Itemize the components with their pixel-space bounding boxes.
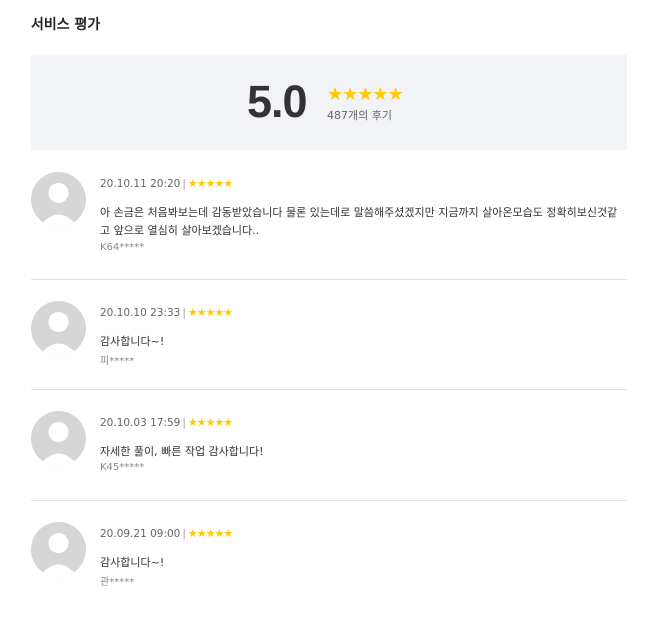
- separator: |: [182, 417, 186, 429]
- avatar-icon: [31, 301, 86, 356]
- avatar-icon: [31, 172, 86, 227]
- avatar-icon: [31, 411, 86, 466]
- separator: |: [182, 178, 186, 190]
- divider: [31, 389, 627, 390]
- review-date: 20.10.10 23:33: [100, 307, 181, 319]
- review-author: K45*****: [100, 462, 145, 473]
- review-content: 감사합니다~!: [100, 556, 165, 569]
- avatar-icon: [31, 522, 86, 577]
- review-date: 20.09.21 09:00: [100, 528, 181, 540]
- review-star-rating: ★★★★★: [187, 527, 233, 540]
- page-title: 서비스 평가: [31, 17, 101, 33]
- separator: |: [182, 528, 186, 540]
- review-content: 감사합니다~!: [100, 335, 165, 348]
- review-author: 관*****: [100, 577, 135, 588]
- review-content: 자세한 풀이, 빠른 작업 감사합니다!: [100, 445, 264, 458]
- review-meta: 20.10.11 20:20 | ★★★★★: [100, 177, 233, 190]
- average-score: 5.0: [247, 76, 308, 127]
- review-meta: 20.09.21 09:00 | ★★★★★: [100, 527, 233, 540]
- review-author: 피*****: [100, 356, 135, 367]
- review-star-rating: ★★★★★: [187, 177, 233, 190]
- review-date: 20.10.03 17:59: [100, 417, 181, 429]
- average-star-rating: ★★★★★: [327, 84, 404, 105]
- review-star-rating: ★★★★★: [187, 306, 233, 319]
- review-content: 아 손금은 처음봐보는데 감동받았습니다 물론 있는데로 말씀해주셨겠지만 지금…: [100, 206, 618, 237]
- review-date: 20.10.11 20:20: [100, 178, 181, 190]
- review-star-rating: ★★★★★: [187, 416, 233, 429]
- divider: [31, 500, 627, 501]
- separator: |: [182, 307, 186, 319]
- review-author: K64*****: [100, 242, 145, 253]
- rating-summary: 5.0 ★★★★★ 487개의 후기: [31, 55, 627, 150]
- divider: [31, 279, 627, 280]
- review-count: 487개의 후기: [327, 109, 392, 122]
- review-meta: 20.10.03 17:59 | ★★★★★: [100, 416, 233, 429]
- review-meta: 20.10.10 23:33 | ★★★★★: [100, 306, 233, 319]
